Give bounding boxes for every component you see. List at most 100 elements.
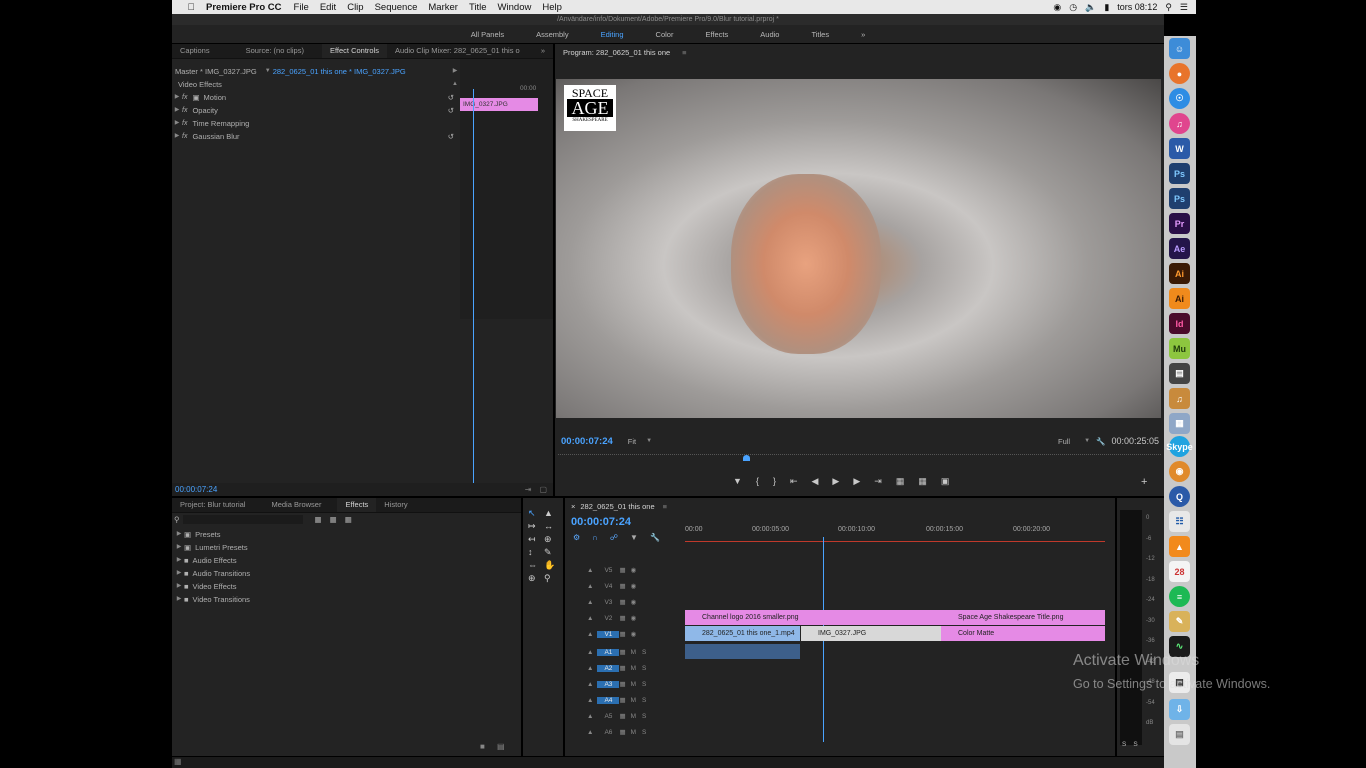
menu-file[interactable]: File [294, 2, 309, 13]
solo-right-button[interactable]: S [1133, 741, 1137, 748]
lock-icon[interactable]: ▲ [587, 583, 593, 590]
search-icon[interactable]: ⚲ [1165, 2, 1172, 13]
expand-icon[interactable]: ▶ [172, 104, 182, 117]
clip-channel-logo[interactable]: Channel logo 2016 smaller.png [685, 610, 941, 625]
menu-window[interactable]: Window [498, 2, 532, 13]
solo-button[interactable]: S [642, 713, 646, 720]
yuv-effects-icon[interactable]: ▦ [345, 513, 352, 526]
scan-icon[interactable]: ☷ [1169, 511, 1190, 532]
guitar-icon[interactable]: ♫ [1169, 388, 1190, 409]
track-a1[interactable]: ▲ A1 ▦ M S [565, 644, 685, 660]
panel-menu-icon[interactable]: ≡ [663, 500, 667, 513]
play-icon[interactable]: ▶ [832, 476, 839, 487]
skype-icon[interactable]: Skype [1166, 436, 1193, 457]
mark-out-icon[interactable]: } [773, 476, 776, 487]
program-title[interactable]: Program: 282_0625_01 this one [563, 46, 670, 59]
solo-left-button[interactable]: S [1122, 741, 1126, 748]
timeline-timecode[interactable]: 00:00:07:24 [571, 516, 631, 528]
mini-clip-bar[interactable]: IMG_0327.JPG [460, 98, 538, 111]
lock-icon[interactable]: ▲ [587, 681, 593, 688]
clip-img-0327[interactable]: IMG_0327.JPG [801, 626, 941, 641]
new-bin-icon[interactable]: ■ [480, 742, 485, 751]
notification-icon[interactable]: ☰ [1180, 2, 1188, 13]
add-button-icon[interactable]: + [1141, 476, 1147, 488]
finder-icon[interactable]: ☺ [1169, 38, 1190, 59]
snap-icon[interactable]: ∩ [592, 533, 598, 542]
nest-icon[interactable]: ⚙ [573, 533, 580, 542]
playhead-icon[interactable] [743, 455, 750, 461]
zoom-tool-icon[interactable]: ⚲ [544, 573, 558, 584]
tab-history[interactable]: History [376, 498, 415, 512]
settings-icon[interactable]: ▢ [539, 485, 547, 494]
mute-button[interactable]: M [631, 649, 636, 656]
record-icon[interactable]: ◉ [1053, 2, 1061, 13]
reset-icon[interactable]: ↺ [448, 104, 454, 117]
32bit-effects-icon[interactable]: ▦ [330, 513, 337, 526]
expand-icon[interactable]: ▶ [174, 593, 184, 606]
word-icon[interactable]: W [1169, 138, 1190, 159]
battery-icon[interactable]: ▮ [1104, 2, 1109, 13]
toggle-sync-icon[interactable]: ▦ [619, 712, 625, 720]
illustrator-icon[interactable]: Ai [1169, 288, 1190, 309]
timemachine-icon[interactable]: ◷ [1069, 2, 1077, 13]
tab-audio-clip-mixer[interactable]: Audio Clip Mixer: 282_0625_01 this o [387, 44, 528, 58]
reset-icon[interactable]: ↺ [448, 91, 454, 104]
clip-audio-a1[interactable] [685, 644, 800, 659]
rate-stretch-tool-icon[interactable]: ↤ [528, 534, 542, 545]
premiere-icon[interactable]: Pr [1169, 213, 1190, 234]
track-v4[interactable]: ▲ V4 ▦ ◉ [565, 578, 685, 594]
eye-icon[interactable]: ◉ [631, 566, 637, 574]
tab-source[interactable]: Source: (no clips) [238, 44, 312, 58]
play-only-icon[interactable]: ▶ [450, 65, 460, 78]
workspace-editing[interactable]: Editing [585, 30, 640, 39]
mini-timeline[interactable]: 00:00 IMG_0327.JPG [460, 59, 553, 487]
mute-button[interactable]: M [631, 729, 636, 736]
step-forward-icon[interactable]: ▶ [853, 476, 860, 487]
menu-help[interactable]: Help [542, 2, 562, 13]
muse-icon[interactable]: Mu [1169, 338, 1190, 359]
folder-lumetri-presets[interactable]: ▶ ▣ Lumetri Presets [174, 541, 521, 554]
export-frame-icon[interactable]: ▣ [941, 476, 950, 487]
solo-button[interactable]: S [642, 697, 646, 704]
eye-icon[interactable]: ◉ [631, 582, 637, 590]
menubar-clock[interactable]: tors 08:12 [1117, 2, 1157, 12]
tab-effect-controls[interactable]: Effect Controls [321, 44, 388, 58]
indesign-icon[interactable]: Id [1169, 313, 1190, 334]
lock-icon[interactable]: ▲ [587, 631, 593, 638]
mark-in-icon[interactable]: { [756, 476, 759, 487]
solo-button[interactable]: S [642, 729, 646, 736]
step-back-icon[interactable]: ◀ [812, 476, 819, 487]
toggle-sync-icon[interactable]: ▦ [619, 696, 625, 704]
delete-icon[interactable]: ▤ [497, 742, 505, 751]
tab-project[interactable]: Project: Blur tutorial [172, 498, 253, 512]
close-icon[interactable]: × [571, 500, 575, 513]
lock-icon[interactable]: ▲ [587, 713, 593, 720]
lock-icon[interactable]: ▲ [587, 567, 593, 574]
fx-icon[interactable]: fx [182, 117, 187, 130]
track-a2[interactable]: ▲ A2 ▦ M S [565, 660, 685, 676]
safari-icon[interactable]: ☉ [1169, 88, 1190, 109]
panel-menu-icon[interactable]: ≡ [682, 46, 686, 59]
work-area-bar[interactable] [685, 541, 1105, 542]
master-clip-label[interactable]: Master * IMG_0327.JPG [175, 65, 257, 78]
effect-row-motion[interactable]: ▶ fx ▣ Motion ↺ [172, 91, 460, 104]
lock-icon[interactable]: ▲ [587, 729, 593, 736]
menu-marker[interactable]: Marker [428, 2, 458, 13]
expand-icon[interactable]: ▶ [174, 528, 184, 541]
downloads-icon[interactable]: ⇩ [1169, 699, 1190, 720]
marker-icon[interactable]: ▼ [733, 476, 742, 487]
mute-button[interactable]: M [631, 665, 636, 672]
vlc-icon[interactable]: ▲ [1169, 536, 1190, 557]
menu-app-name[interactable]: Premiere Pro CC [206, 2, 282, 13]
expand-icon[interactable]: ▶ [172, 91, 182, 104]
fx-icon[interactable]: fx [182, 91, 187, 104]
sequence-clip-label[interactable]: 282_0625_01 this one * IMG_0327.JPG [273, 65, 406, 78]
selection-tool-icon[interactable]: ↖ [528, 508, 542, 519]
folder-audio-effects[interactable]: ▶ ■ Audio Effects [174, 554, 521, 567]
lock-icon[interactable]: ▲ [587, 665, 593, 672]
toggle-sync-icon[interactable]: ▦ [619, 630, 625, 638]
headset-icon[interactable]: ◉ [1169, 461, 1190, 482]
sequence-tab[interactable]: 282_0625_01 this one [580, 500, 654, 513]
program-timecode[interactable]: 00:00:07:24 [561, 435, 613, 448]
clapper-icon[interactable]: ▤ [1169, 363, 1190, 384]
